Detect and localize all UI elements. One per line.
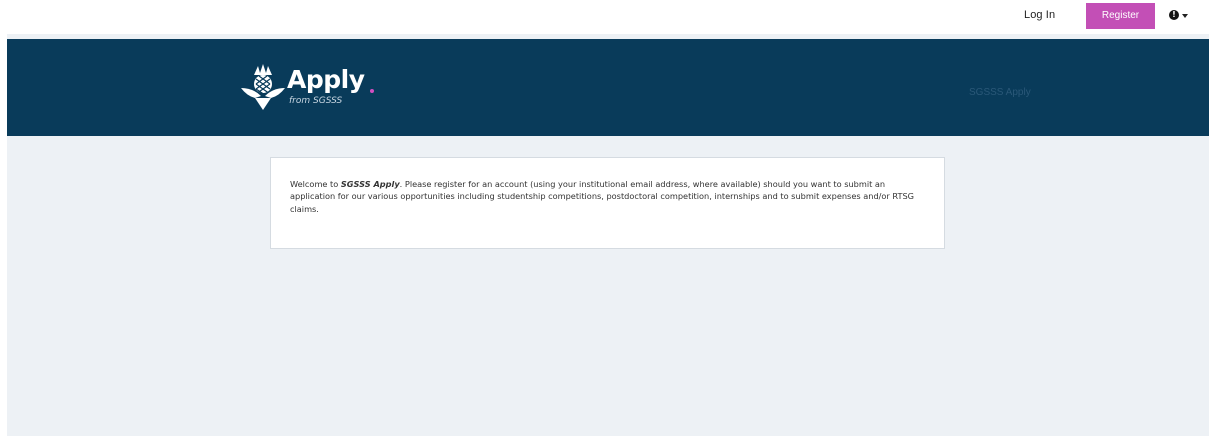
thistle-icon bbox=[241, 64, 285, 110]
welcome-prefix: Welcome to bbox=[290, 179, 341, 189]
logo-dot bbox=[370, 89, 374, 93]
welcome-message: Welcome to SGSSS Apply. Please register … bbox=[290, 178, 930, 215]
welcome-card: Welcome to SGSSS Apply. Please register … bbox=[270, 157, 945, 249]
site-brand-name: SGSSS Apply bbox=[969, 87, 1031, 98]
logo-subtitle: from SGSSS bbox=[289, 96, 343, 106]
page-body: Apply from SGSSS SGSSS Apply Welcome to … bbox=[7, 34, 1209, 436]
info-circle-icon: ! bbox=[1169, 10, 1179, 20]
apply-logo[interactable]: Apply from SGSSS bbox=[239, 62, 389, 116]
info-dropdown[interactable]: ! bbox=[1169, 6, 1188, 24]
login-link[interactable]: Log In bbox=[1024, 9, 1055, 21]
welcome-brand: SGSSS Apply bbox=[340, 179, 400, 189]
register-button[interactable]: Register bbox=[1086, 3, 1155, 29]
chevron-down-icon bbox=[1182, 14, 1188, 18]
top-navbar: Log In Register ! bbox=[0, 0, 1209, 34]
logo-text: Apply bbox=[287, 65, 365, 94]
site-header: Apply from SGSSS SGSSS Apply bbox=[7, 39, 1209, 136]
